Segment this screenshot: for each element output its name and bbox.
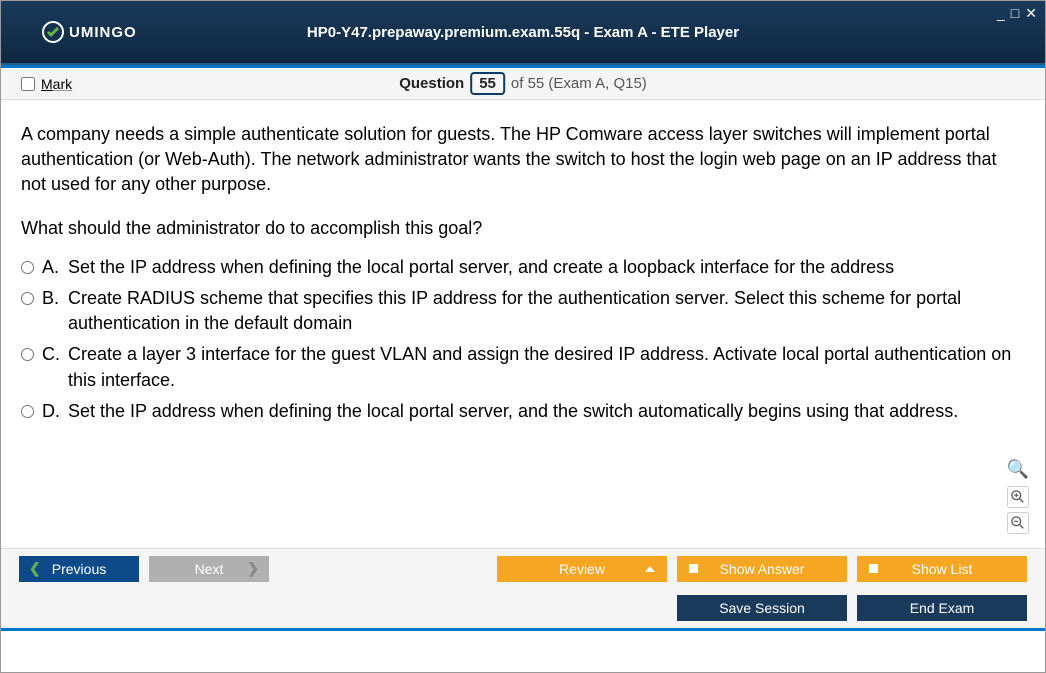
- question-prompt: What should the administrator do to acco…: [21, 216, 1025, 241]
- option-b-radio[interactable]: [21, 292, 34, 305]
- zoom-out-button[interactable]: [1007, 512, 1029, 534]
- mark-checkbox[interactable]: [21, 77, 35, 91]
- zoom-in-button[interactable]: [1007, 486, 1029, 508]
- option-b-letter: B.: [42, 286, 64, 336]
- mark-label: Mark: [41, 76, 72, 92]
- previous-label: Previous: [52, 561, 106, 577]
- close-button[interactable]: ✕: [1025, 5, 1037, 22]
- stop-icon: [869, 564, 878, 573]
- option-b-text: Create RADIUS scheme that specifies this…: [68, 286, 1025, 336]
- question-total: of 55 (Exam A, Q15): [511, 75, 647, 92]
- question-label: Question: [399, 75, 464, 92]
- session-button-row: Save Session End Exam: [1, 588, 1045, 628]
- show-list-button[interactable]: Show List: [857, 556, 1027, 582]
- review-button[interactable]: Review: [497, 556, 667, 582]
- option-a-text: Set the IP address when defining the loc…: [68, 255, 894, 280]
- chevron-right-icon: ❯: [247, 560, 259, 577]
- chevron-left-icon: ❮: [29, 560, 41, 577]
- brand-text: UMINGO: [69, 24, 137, 41]
- option-a-letter: A.: [42, 255, 64, 280]
- previous-button[interactable]: ❮ Previous: [19, 556, 139, 582]
- titlebar: _ □ ✕ UMINGO HP0-Y47.prepaway.premium.ex…: [1, 1, 1045, 65]
- end-exam-button[interactable]: End Exam: [857, 595, 1027, 621]
- option-d-letter: D.: [42, 399, 64, 424]
- triangle-up-icon: [645, 566, 655, 572]
- question-toolbar: Mark Question 55 of 55 (Exam A, Q15): [1, 68, 1045, 100]
- question-content: A company needs a simple authenticate so…: [1, 100, 1045, 548]
- save-session-button[interactable]: Save Session: [677, 595, 847, 621]
- option-c[interactable]: C.Create a layer 3 interface for the gue…: [21, 342, 1025, 392]
- option-d-text: Set the IP address when defining the loc…: [68, 399, 958, 424]
- next-label: Next: [195, 561, 224, 577]
- window-title: HP0-Y47.prepaway.premium.exam.55q - Exam…: [307, 24, 739, 41]
- app-logo: UMINGO: [41, 20, 137, 44]
- bottom-accent-bar: [1, 628, 1045, 631]
- mark-checkbox-group[interactable]: Mark: [21, 76, 72, 92]
- window-controls: _ □ ✕: [997, 5, 1037, 22]
- option-d[interactable]: D.Set the IP address when defining the l…: [21, 399, 1025, 424]
- option-c-text: Create a layer 3 interface for the guest…: [68, 342, 1025, 392]
- show-answer-button[interactable]: Show Answer: [677, 556, 847, 582]
- question-body: A company needs a simple authenticate so…: [21, 122, 1025, 198]
- next-button[interactable]: Next ❯: [149, 556, 269, 582]
- show-list-label: Show List: [912, 561, 973, 577]
- review-label: Review: [559, 561, 605, 577]
- maximize-button[interactable]: □: [1011, 5, 1019, 22]
- option-c-letter: C.: [42, 342, 64, 392]
- minimize-button[interactable]: _: [997, 5, 1005, 22]
- logo-check-icon: [41, 20, 65, 44]
- question-counter: Question 55 of 55 (Exam A, Q15): [399, 72, 647, 95]
- search-icon[interactable]: 🔍: [1007, 457, 1029, 482]
- option-a[interactable]: A.Set the IP address when defining the l…: [21, 255, 1025, 280]
- show-answer-label: Show Answer: [720, 561, 805, 577]
- answer-options: A.Set the IP address when defining the l…: [21, 255, 1025, 424]
- question-number-box[interactable]: 55: [470, 72, 505, 95]
- zoom-controls: 🔍: [1007, 457, 1029, 534]
- option-c-radio[interactable]: [21, 348, 34, 361]
- nav-button-row: ❮ Previous Next ❯ Review Show Answer Sho…: [1, 548, 1045, 588]
- option-a-radio[interactable]: [21, 261, 34, 274]
- option-d-radio[interactable]: [21, 405, 34, 418]
- stop-icon: [689, 564, 698, 573]
- option-b[interactable]: B.Create RADIUS scheme that specifies th…: [21, 286, 1025, 336]
